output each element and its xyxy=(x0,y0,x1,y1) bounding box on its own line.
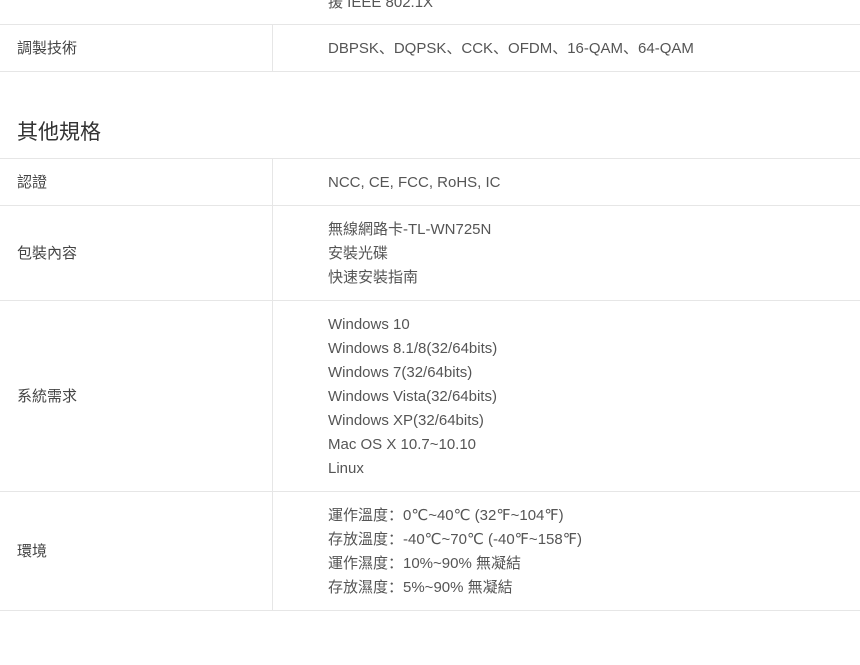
spec-label: 調製技術 xyxy=(17,40,78,57)
spec-value-line: Windows XP(32/64bits) xyxy=(328,412,484,429)
wireless-security-value-partial: 援 IEEE 802.1X xyxy=(328,0,434,11)
spec-value-line: Windows 8.1/8(32/64bits) xyxy=(328,340,498,357)
spec-row-system-requirements: 系統需求 Windows 10 Windows 8.1/8(32/64bits)… xyxy=(0,301,860,492)
spec-value: NCC, CE, FCC, RoHS, IC xyxy=(328,171,501,195)
spec-value-line: Mac OS X 10.7~10.10 xyxy=(328,436,477,453)
spec-value-line: 運作溫度：0℃~40℃ (32℉~104℉) xyxy=(328,507,564,524)
spec-row-certification: 認證 NCC, CE, FCC, RoHS, IC xyxy=(0,159,860,206)
column-divider xyxy=(272,492,273,610)
spec-value: 運作溫度：0℃~40℃ (32℉~104℉) 存放溫度：-40℃~70℃ (-4… xyxy=(328,504,582,600)
spec-row-modulation: 調製技術 DBPSK、DQPSK、CCK、OFDM、16-QAM、64-QAM xyxy=(0,25,860,72)
spec-row-package-contents: 包裝內容 無線網路卡-TL-WN725N 安裝光碟 快速安裝指南 xyxy=(0,206,860,301)
spec-value-line: Windows Vista(32/64bits) xyxy=(328,388,497,405)
column-divider xyxy=(272,25,273,71)
section-title-other-specs: 其他規格 xyxy=(17,121,101,144)
column-divider xyxy=(272,159,273,205)
spec-value-line: 快速安裝指南 xyxy=(328,269,419,286)
spec-value: DBPSK、DQPSK、CCK、OFDM、16-QAM、64-QAM xyxy=(328,40,694,57)
spec-row-environment: 環境 運作溫度：0℃~40℃ (32℉~104℉) 存放溫度：-40℃~70℃ … xyxy=(0,492,860,611)
spec-value-line: Windows 7(32/64bits) xyxy=(328,364,473,381)
spec-value-line: 安裝光碟 xyxy=(328,245,389,262)
spec-value-line: Linux xyxy=(328,460,364,477)
spec-label: 包裝內容 xyxy=(17,245,78,262)
spec-value-line: NCC, CE, FCC, RoHS, IC xyxy=(328,174,501,191)
spec-value-line: 無線網路卡-TL-WN725N xyxy=(328,221,492,238)
spec-value-line: Windows 10 xyxy=(328,316,410,333)
spec-value: Windows 10 Windows 8.1/8(32/64bits) Wind… xyxy=(328,313,497,481)
spec-value-line: 存放濕度：5%~90% 無凝結 xyxy=(328,579,513,596)
spec-page: 援 IEEE 802.1X 調製技術 DBPSK、DQPSK、CCK、OFDM、… xyxy=(0,0,860,665)
column-divider xyxy=(272,301,273,491)
spec-label: 環境 xyxy=(17,543,48,560)
column-divider xyxy=(272,206,273,300)
spec-label: 認證 xyxy=(17,174,48,191)
spec-value-line: 存放溫度：-40℃~70℃ (-40℉~158℉) xyxy=(328,531,582,548)
spec-value: 無線網路卡-TL-WN725N 安裝光碟 快速安裝指南 xyxy=(328,218,491,290)
spec-label: 系統需求 xyxy=(17,388,78,405)
spec-value-line: 運作濕度：10%~90% 無凝結 xyxy=(328,555,521,572)
